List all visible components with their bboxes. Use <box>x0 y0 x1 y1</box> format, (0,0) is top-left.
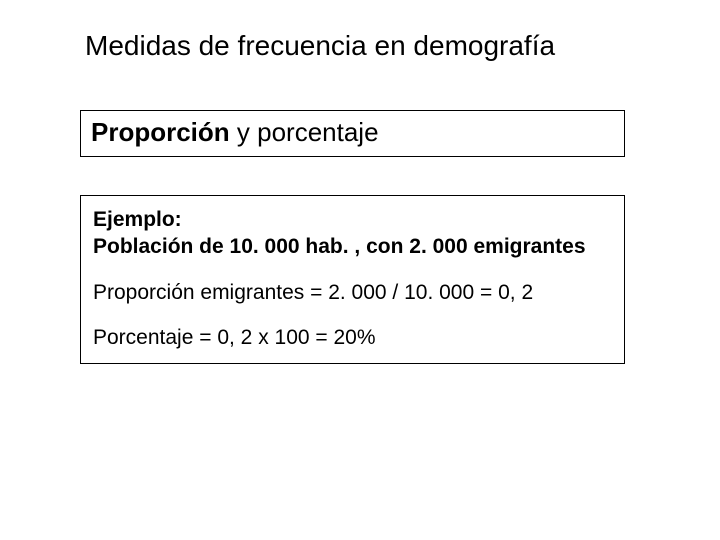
subtitle-rest: y porcentaje <box>230 117 379 147</box>
spacer <box>93 261 612 279</box>
example-proportion: Proporción emigrantes = 2. 000 / 10. 000… <box>93 279 612 306</box>
subtitle-text: Proporción y porcentaje <box>91 117 379 147</box>
example-box: Ejemplo: Población de 10. 000 hab. , con… <box>80 195 625 364</box>
page-title: Medidas de frecuencia en demografía <box>85 30 645 62</box>
subtitle-bold: Proporción <box>91 117 230 147</box>
example-percentage: Porcentaje = 0, 2 x 100 = 20% <box>93 324 612 351</box>
example-label: Ejemplo: <box>93 206 612 233</box>
spacer <box>93 306 612 324</box>
slide: Medidas de frecuencia en demografía Prop… <box>0 0 720 540</box>
subtitle-box: Proporción y porcentaje <box>80 110 625 157</box>
example-population: Población de 10. 000 hab. , con 2. 000 e… <box>93 233 612 260</box>
